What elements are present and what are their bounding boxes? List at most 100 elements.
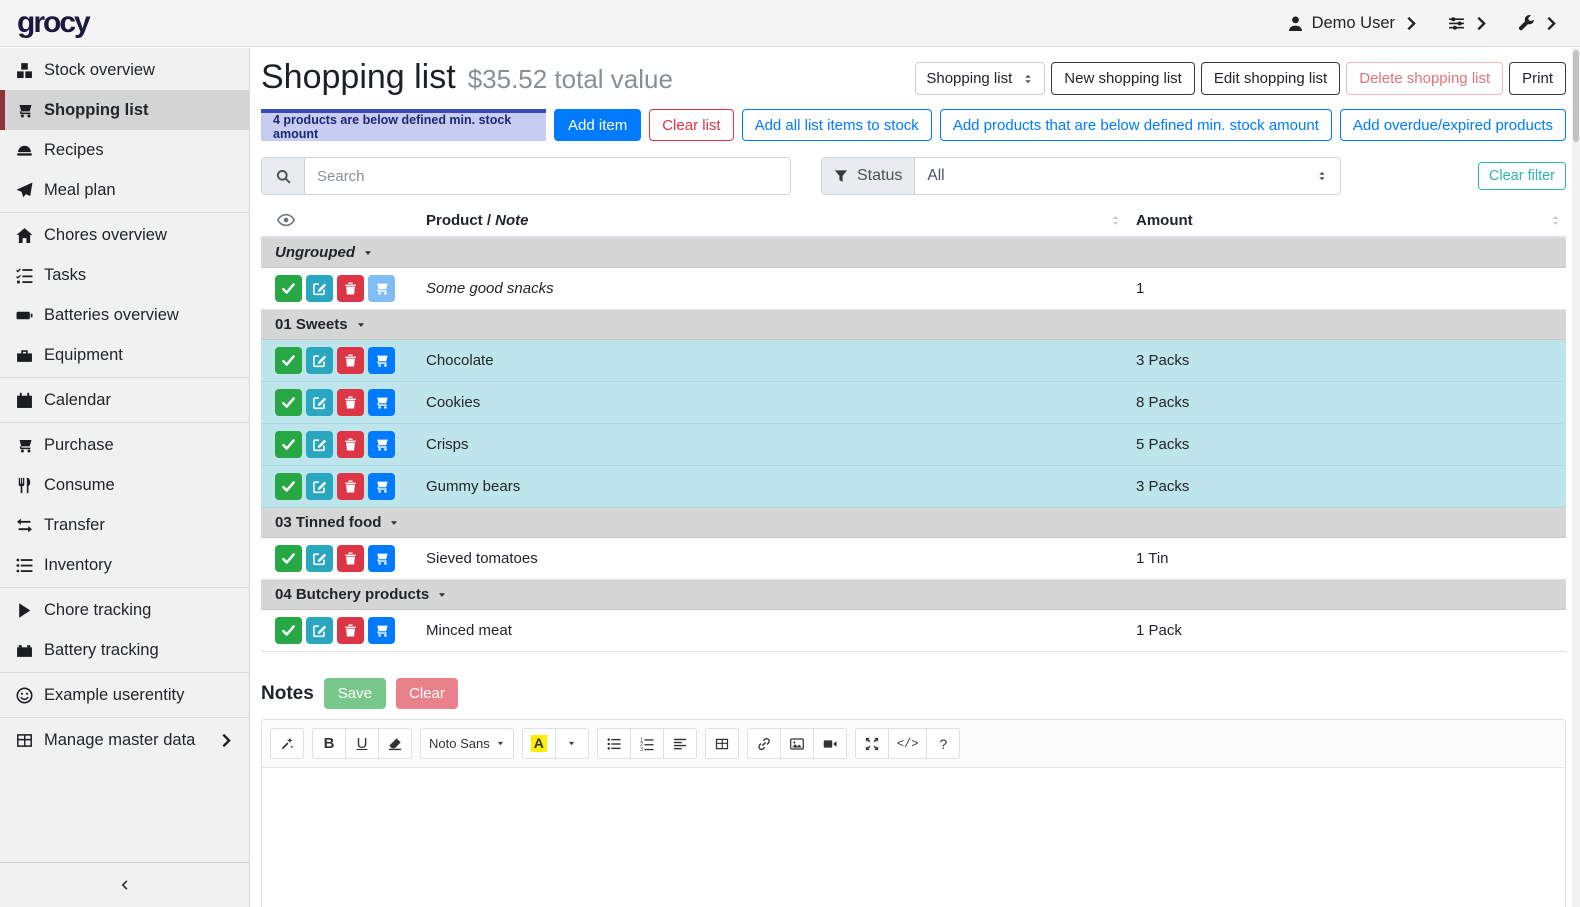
- page-scrollbar[interactable]: [1572, 48, 1580, 907]
- sidebar-item-calendar[interactable]: Calendar: [0, 380, 249, 420]
- exchange-icon: [16, 517, 33, 534]
- sidebar-item-recipes[interactable]: Recipes: [0, 130, 249, 170]
- status-filter-select[interactable]: All: [915, 158, 1340, 194]
- product-group-header[interactable]: 03 Tinned food: [261, 508, 1566, 538]
- mark-done-button[interactable]: [275, 389, 302, 416]
- edit-item-button[interactable]: [306, 431, 333, 458]
- new-shopping-list-button[interactable]: New shopping list: [1051, 62, 1195, 95]
- magic-style-button[interactable]: [270, 728, 304, 759]
- clear-formatting-button[interactable]: [378, 728, 412, 759]
- amount-column-header[interactable]: Amount: [1136, 212, 1566, 229]
- delete-item-button[interactable]: [337, 617, 364, 644]
- print-button[interactable]: Print: [1509, 62, 1566, 95]
- add-to-stock-button[interactable]: [368, 275, 395, 302]
- edit-shopping-list-button[interactable]: Edit shopping list: [1201, 62, 1340, 95]
- help-button[interactable]: ?: [926, 728, 960, 759]
- sidebar-item-consume[interactable]: Consume: [0, 465, 249, 505]
- mark-done-button[interactable]: [275, 347, 302, 374]
- delete-item-button[interactable]: [337, 473, 364, 500]
- add-to-stock-button[interactable]: [368, 545, 395, 572]
- grocy-logo[interactable]: grocy: [17, 6, 89, 40]
- sidebar-item-transfer[interactable]: Transfer: [0, 505, 249, 545]
- paragraph-button[interactable]: [663, 728, 697, 759]
- code-view-button[interactable]: </>: [888, 728, 928, 759]
- highlight-color-button[interactable]: A: [522, 728, 556, 759]
- notes-save-button[interactable]: Save: [324, 678, 386, 709]
- admin-menu[interactable]: [1518, 15, 1560, 32]
- ordered-list-button[interactable]: 123: [630, 728, 664, 759]
- edit-item-button[interactable]: [306, 389, 333, 416]
- delete-item-button[interactable]: [337, 431, 364, 458]
- sidebar-item-tasks[interactable]: Tasks: [0, 255, 249, 295]
- add-to-stock-button[interactable]: [368, 617, 395, 644]
- mark-done-button[interactable]: [275, 275, 302, 302]
- product-group-header[interactable]: 01 Sweets: [261, 310, 1566, 340]
- sort-icon[interactable]: [1549, 214, 1562, 227]
- font-family-button[interactable]: Noto Sans: [420, 728, 514, 759]
- sidebar-item-stock-overview[interactable]: Stock overview: [0, 50, 249, 90]
- min-stock-banner[interactable]: 4 products are below defined min. stock …: [261, 109, 546, 141]
- add-below-min-button[interactable]: Add products that are below defined min.…: [940, 109, 1332, 141]
- bold-button[interactable]: B: [312, 728, 346, 759]
- delete-shopping-list-button[interactable]: Delete shopping list: [1346, 62, 1503, 95]
- sidebar-item-purchase[interactable]: Purchase: [0, 425, 249, 465]
- product-column-header[interactable]: Product / Note: [411, 212, 1136, 229]
- sort-icon[interactable]: [1109, 214, 1122, 227]
- notes-editor-area[interactable]: [262, 768, 1565, 907]
- edit-item-button[interactable]: [306, 347, 333, 374]
- add-all-to-stock-button[interactable]: Add all list items to stock: [742, 109, 932, 141]
- add-to-stock-button[interactable]: [368, 347, 395, 374]
- product-group-header[interactable]: Ungrouped: [261, 238, 1566, 268]
- sidebar-item-equipment[interactable]: Equipment: [0, 335, 249, 375]
- eye-icon[interactable]: [277, 211, 295, 229]
- clear-filter-button[interactable]: Clear filter: [1478, 162, 1566, 190]
- notes-clear-button[interactable]: Clear: [396, 678, 458, 709]
- insert-table-button[interactable]: [705, 728, 739, 759]
- fullscreen-button[interactable]: [855, 728, 889, 759]
- mark-done-button[interactable]: [275, 617, 302, 644]
- edit-item-button[interactable]: [306, 473, 333, 500]
- sidebar-item-chores-overview[interactable]: Chores overview: [0, 215, 249, 255]
- edit-item-button[interactable]: [306, 275, 333, 302]
- user-menu[interactable]: Demo User: [1287, 14, 1420, 33]
- shopping-list-selector[interactable]: Shopping list: [915, 62, 1045, 95]
- sidebar-item-example-userentity[interactable]: Example userentity: [0, 675, 249, 715]
- home-icon: [16, 227, 33, 244]
- add-item-button[interactable]: Add item: [554, 109, 641, 141]
- unordered-list-button[interactable]: [597, 728, 631, 759]
- insert-link-button[interactable]: [747, 728, 781, 759]
- search-input[interactable]: [305, 158, 790, 194]
- highlight-color-dropdown[interactable]: [555, 728, 589, 759]
- delete-item-button[interactable]: [337, 347, 364, 374]
- delete-item-button[interactable]: [337, 275, 364, 302]
- shopping-list-row: Chocolate3 Packs: [261, 340, 1566, 382]
- settings-menu[interactable]: [1448, 15, 1490, 32]
- mark-done-button[interactable]: [275, 473, 302, 500]
- sidebar-item-meal-plan[interactable]: Meal plan: [0, 170, 249, 210]
- mark-done-button[interactable]: [275, 431, 302, 458]
- add-to-stock-button[interactable]: [368, 389, 395, 416]
- insert-picture-button[interactable]: [780, 728, 814, 759]
- delete-item-button[interactable]: [337, 389, 364, 416]
- page-header: Shopping list $35.52 total value Shoppin…: [261, 58, 1566, 97]
- sidebar-item-manage-master-data[interactable]: Manage master data: [0, 720, 249, 760]
- sidebar-item-shopping-list[interactable]: Shopping list: [0, 90, 249, 130]
- product-group-header[interactable]: 04 Butchery products: [261, 580, 1566, 610]
- edit-item-button[interactable]: [306, 545, 333, 572]
- add-overdue-button[interactable]: Add overdue/expired products: [1340, 109, 1566, 141]
- sidebar-item-inventory[interactable]: Inventory: [0, 545, 249, 585]
- underline-button[interactable]: U: [345, 728, 379, 759]
- edit-icon: [312, 623, 327, 638]
- mark-done-button[interactable]: [275, 545, 302, 572]
- delete-item-button[interactable]: [337, 545, 364, 572]
- sidebar-item-batteries-overview[interactable]: Batteries overview: [0, 295, 249, 335]
- edit-item-button[interactable]: [306, 617, 333, 644]
- sidebar-collapse-button[interactable]: [0, 862, 249, 907]
- clear-list-button[interactable]: Clear list: [649, 109, 733, 141]
- add-to-stock-button[interactable]: [368, 431, 395, 458]
- scrollbar-thumb[interactable]: [1573, 50, 1579, 142]
- add-to-stock-button[interactable]: [368, 473, 395, 500]
- sidebar-item-chore-tracking[interactable]: Chore tracking: [0, 590, 249, 630]
- sidebar-item-battery-tracking[interactable]: Battery tracking: [0, 630, 249, 670]
- insert-video-button[interactable]: [813, 728, 847, 759]
